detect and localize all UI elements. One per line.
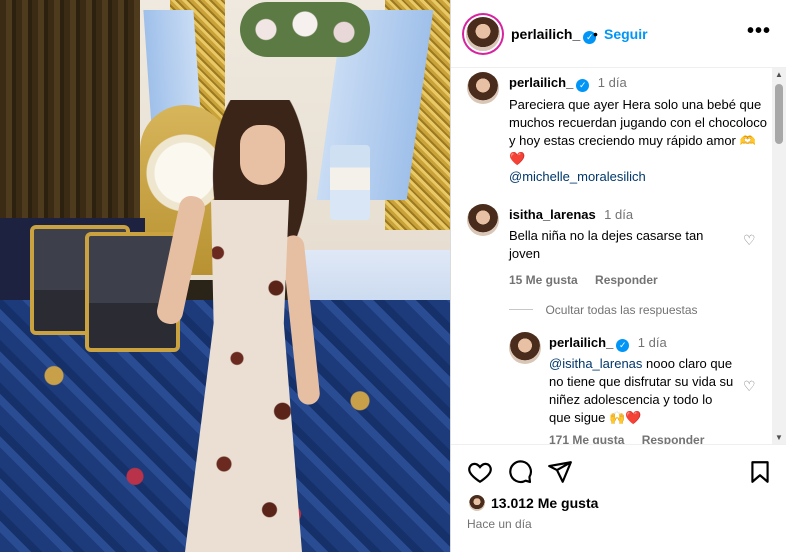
- commenter-avatar[interactable]: [467, 204, 499, 236]
- follow-button[interactable]: Seguir: [604, 26, 648, 42]
- reply-reply-button[interactable]: Responder: [642, 433, 705, 444]
- comments-scrollbar[interactable]: ▲ ▼: [772, 68, 786, 444]
- comment-reply-button[interactable]: Responder: [595, 273, 658, 287]
- heart-icon[interactable]: [467, 459, 493, 485]
- like-count[interactable]: 13.012 Me gusta: [491, 495, 598, 511]
- post-header: perlailich_ ✓ • Seguir •••: [451, 0, 786, 68]
- comment-like-heart-icon[interactable]: ♡: [743, 232, 756, 249]
- scroll-up-arrow-icon[interactable]: ▲: [775, 70, 783, 79]
- author-avatar[interactable]: [466, 17, 500, 51]
- comments-list[interactable]: perlailich_ ✓ 1 día Pareciera que ayer He…: [451, 68, 786, 444]
- hide-replies-toggle[interactable]: Ocultar todas las respuestas: [509, 301, 769, 319]
- comment-icon[interactable]: [507, 459, 533, 485]
- comment-time: 1 día: [604, 207, 634, 222]
- reply-username[interactable]: perlailich_: [549, 335, 613, 350]
- reply-like-heart-icon[interactable]: ♡: [743, 378, 756, 395]
- verified-badge-icon: ✓: [576, 79, 590, 92]
- reply-time: 1 día: [637, 335, 667, 350]
- scrollbar-thumb[interactable]: [775, 84, 783, 144]
- post-actions: 13.012 Me gusta Hace un día: [451, 444, 786, 552]
- send-icon[interactable]: [547, 459, 573, 485]
- more-options-icon[interactable]: •••: [747, 20, 771, 43]
- caption-time: 1 día: [597, 75, 627, 90]
- reply-like-count[interactable]: 171 Me gusta: [549, 433, 624, 444]
- post-side-panel: perlailich_ ✓ • Seguir ••• perlailich_ ✓ 1…: [450, 0, 786, 552]
- liker-avatar: [467, 493, 487, 513]
- separator-dot: •: [593, 26, 598, 42]
- scroll-down-arrow-icon[interactable]: ▼: [775, 433, 783, 442]
- comment-text: Bella niña no la dejes casarse tan joven: [509, 228, 704, 261]
- caption-text: Pareciera que ayer Hera solo una bebé qu…: [509, 97, 768, 166]
- comment-username[interactable]: isitha_larenas: [509, 207, 596, 222]
- post-photo: [0, 0, 450, 552]
- comment-like-count[interactable]: 15 Me gusta: [509, 273, 578, 287]
- post-timestamp: Hace un día: [467, 517, 532, 531]
- divider-line: [509, 309, 533, 311]
- caption-username[interactable]: perlailich_: [509, 75, 573, 90]
- reply-avatar[interactable]: [509, 332, 541, 364]
- bookmark-icon[interactable]: [747, 459, 773, 485]
- author-username[interactable]: perlailich_ ✓: [511, 26, 597, 44]
- caption-mention[interactable]: @michelle_moralesilich: [509, 168, 769, 186]
- caption-avatar[interactable]: [467, 72, 499, 104]
- verified-badge-icon: ✓: [616, 339, 630, 352]
- reply-mention[interactable]: @isitha_larenas: [549, 356, 642, 371]
